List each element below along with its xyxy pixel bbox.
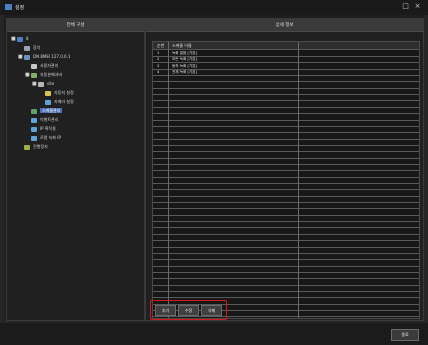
edit-button[interactable]: 수정 xyxy=(178,305,199,316)
node-icon xyxy=(45,99,51,105)
close-button[interactable]: 종료 xyxy=(391,329,419,341)
table-header: 순번 스케줄 이름 xyxy=(153,42,419,50)
tree-item-label: 스케줄관리 xyxy=(40,108,63,113)
add-button[interactable]: 추가 xyxy=(155,305,176,316)
column-divider xyxy=(298,42,299,318)
cell-schedule-name: 녹화 없음 [기본] xyxy=(172,51,197,55)
cell-index: 1 xyxy=(157,51,160,55)
tree-item-label: 자동저 설정 xyxy=(54,90,74,95)
cell-schedule-name: 모든 녹화 [기본] xyxy=(172,57,197,62)
tree-item[interactable]: 장치 xyxy=(18,44,40,52)
node-icon xyxy=(38,81,44,87)
tree-item[interactable]: ■ DN 8MEI 127.0.0.1 xyxy=(18,53,70,61)
tree-item-label: 장치 xyxy=(33,45,41,50)
tree-item-label: 진행정지 xyxy=(33,144,48,149)
column-header-name[interactable]: 스케줄 이름 xyxy=(172,43,192,49)
tree-item-label: 이벤트관리 xyxy=(40,117,59,122)
footer-bar xyxy=(0,323,428,345)
column-header-index[interactable]: 순번 xyxy=(157,43,164,49)
node-icon xyxy=(31,126,37,132)
expand-icon[interactable]: ■ xyxy=(11,37,16,42)
right-panel: 상세 정보 순번 스케줄 이름 1 녹화 없음 [기본] 2 모든 녹화 [기본] 3 동… xyxy=(145,18,424,324)
delete-button[interactable]: 삭제 xyxy=(201,305,222,316)
tree-item[interactable]: 로컬 녹화 IP xyxy=(25,134,61,142)
tree-item-label: 자동분배서버 xyxy=(40,72,63,77)
window-title: 설정 xyxy=(15,5,25,11)
node-icon xyxy=(31,117,37,123)
tree-item-label: IP 확작용 xyxy=(40,126,56,131)
tree-item[interactable]: 자동저 설정 xyxy=(39,89,74,97)
expand-icon[interactable]: ■ xyxy=(25,73,30,78)
right-panel-header: 상세 정보 xyxy=(146,19,423,32)
node-icon xyxy=(24,45,30,51)
column-divider xyxy=(168,42,169,318)
tree-item[interactable]: 사용자관리 xyxy=(25,62,58,70)
tree-item[interactable]: 이벤트관리 xyxy=(25,116,58,124)
cell-schedule-name: 동작 녹화 [기본] xyxy=(172,63,197,68)
tree-item[interactable]: ■ 자동분배서버 xyxy=(25,71,62,79)
left-panel-title: 전체 구성 xyxy=(66,23,85,28)
title-bar: 설정 □ × xyxy=(0,0,428,15)
node-icon xyxy=(17,36,23,42)
left-panel-header: 전체 구성 xyxy=(7,19,144,32)
tree-item-label: 사용자관리 xyxy=(40,63,59,68)
tree-item[interactable]: ■ 8 xyxy=(11,35,29,43)
expand-icon[interactable]: ■ xyxy=(32,82,37,87)
left-panel: 전체 구성 ■ 8 장치 ■ DN 8MEI 127.0.0.1 사용자관리 ■ 자동분배서버… xyxy=(6,18,145,321)
node-icon xyxy=(31,63,37,69)
tree-item[interactable]: IP 확작용 xyxy=(25,125,56,133)
node-icon xyxy=(24,144,30,150)
maximize-icon[interactable]: □ xyxy=(402,3,409,10)
tree-item-label: DN 8MEI 127.0.0.1 xyxy=(33,54,71,59)
node-icon xyxy=(24,54,30,60)
node-icon xyxy=(45,90,51,96)
tree-item[interactable]: 스케줄관리 xyxy=(25,107,63,115)
node-icon xyxy=(31,135,37,141)
tree-item-label: 카메라 설정 xyxy=(54,99,74,104)
close-icon[interactable]: × xyxy=(414,3,421,10)
cell-index: 4 xyxy=(157,70,160,75)
tree-item[interactable]: 진행정지 xyxy=(18,143,48,151)
right-panel-title: 상세 정보 xyxy=(275,23,294,28)
cell-index: 3 xyxy=(157,63,160,68)
tree-item-label: site xyxy=(47,81,55,86)
tree-item-label: 8 xyxy=(26,36,29,41)
app-icon xyxy=(5,4,12,10)
settings-window: 설정 □ × 전체 구성 ■ 8 장치 ■ DN 8MEI 127.0.0.1 사용자관리… xyxy=(0,0,428,345)
schedule-table[interactable]: 순번 스케줄 이름 1 녹화 없음 [기본] 2 모든 녹화 [기본] 3 동작 녹화 [… xyxy=(152,41,420,324)
expand-icon[interactable]: ■ xyxy=(18,55,23,60)
cell-schedule-name: 전체 녹화 [기본] xyxy=(172,70,197,75)
node-icon xyxy=(31,108,37,114)
tree-item-label: 로컬 녹화 IP xyxy=(40,135,61,140)
tree-item[interactable]: 카메라 설정 xyxy=(39,98,74,106)
tree-item[interactable]: ■ site xyxy=(32,80,54,88)
cell-index: 2 xyxy=(157,57,160,62)
node-icon xyxy=(31,72,37,78)
